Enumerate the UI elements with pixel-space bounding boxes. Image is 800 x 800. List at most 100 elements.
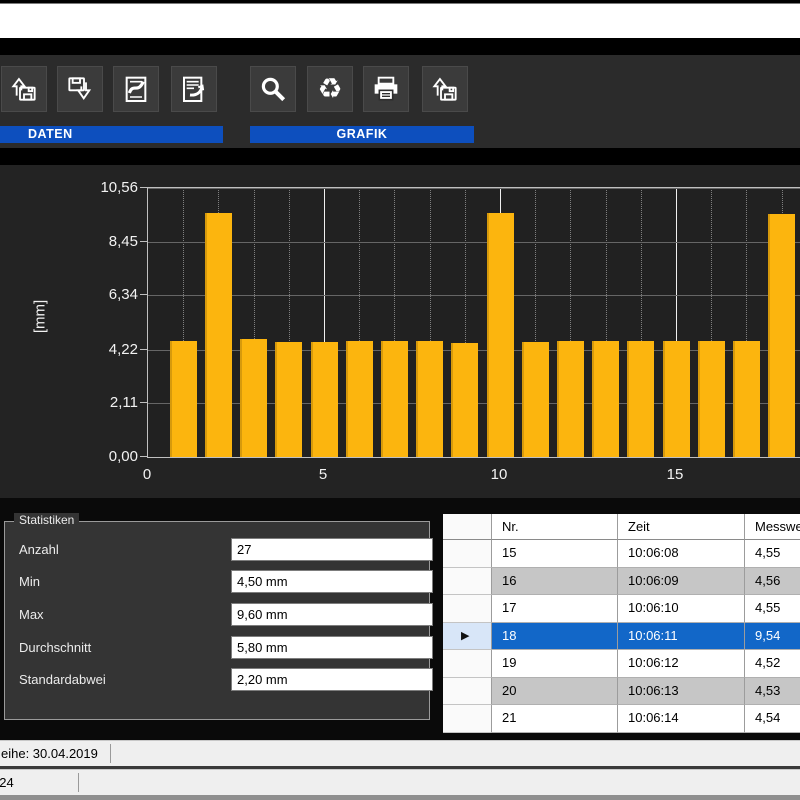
column-header-nr[interactable]: Nr. (492, 514, 618, 540)
stat-label-max: Max (19, 607, 44, 622)
recycle-icon: ♻ (317, 75, 342, 103)
table-corner-cell (443, 514, 492, 540)
cell-messwert[interactable]: 4,53 (745, 678, 800, 706)
stat-value-durchschnitt[interactable]: 5,80 mm (231, 636, 433, 659)
cell-nr[interactable]: 18 (492, 623, 618, 651)
cell-zeit[interactable]: 10:06:12 (618, 650, 745, 678)
bar-18[interactable] (768, 214, 795, 457)
floppy-arrow-down-icon (64, 73, 96, 105)
separator-band (0, 148, 800, 165)
toolbar-button-export-data[interactable] (113, 66, 159, 112)
y-tick-label: 8,45 (76, 233, 138, 250)
row-selector-current[interactable]: ▶ (443, 623, 492, 651)
y-tick-label: 10,56 (76, 179, 138, 196)
chart-panel: [mm] 0,002,114,226,348,4510,56051015 (0, 165, 800, 498)
toolbar-button-save-graphic[interactable] (422, 66, 468, 112)
bar-6[interactable] (346, 341, 373, 457)
y-tick-mark (140, 187, 147, 188)
bar-9[interactable] (451, 343, 478, 457)
bar-7[interactable] (381, 341, 408, 457)
toolbar-button-zoom[interactable] (250, 66, 296, 112)
y-tick-mark (140, 349, 147, 350)
x-tick-label: 10 (481, 466, 517, 483)
bar-16[interactable] (698, 341, 725, 457)
cell-messwert[interactable]: 4,55 (745, 540, 800, 568)
column-header-zeit[interactable]: Zeit (618, 514, 745, 540)
row-selector[interactable] (443, 650, 492, 678)
stat-value-standardabwei[interactable]: 2,20 mm (231, 668, 433, 691)
bar-15[interactable] (663, 341, 690, 457)
toolbar-button-print[interactable] (363, 66, 409, 112)
cell-nr[interactable]: 19 (492, 650, 618, 678)
row-selector[interactable] (443, 540, 492, 568)
magnifier-icon (257, 73, 289, 105)
current-row-arrow-icon: ▶ (461, 629, 469, 642)
cell-nr[interactable]: 20 (492, 678, 618, 706)
row-selector[interactable] (443, 705, 492, 733)
cell-zeit[interactable]: 10:06:11 (618, 623, 745, 651)
toolbar-group-label-daten: DATEN (0, 126, 223, 143)
table-row-17[interactable]: 1710:06:104,55 (443, 595, 800, 623)
cell-messwert[interactable]: 9,54 (745, 623, 800, 651)
floppy-arrow-up-icon (8, 73, 40, 105)
separator-band (0, 38, 800, 55)
column-header-messwert[interactable]: Messwert (745, 514, 800, 540)
cell-messwert[interactable]: 4,56 (745, 568, 800, 596)
statistics-group-title: Statistiken (14, 513, 79, 527)
table-row-19[interactable]: 1910:06:124,52 (443, 650, 800, 678)
horizontal-gridline (148, 295, 800, 296)
bar-12[interactable] (557, 341, 584, 457)
measurements-table[interactable]: Nr.ZeitMesswert1510:06:084,551610:06:094… (443, 514, 800, 733)
bar-4[interactable] (275, 342, 302, 457)
bar-1[interactable] (170, 341, 197, 457)
cell-nr[interactable]: 15 (492, 540, 618, 568)
chart-plot[interactable] (147, 187, 800, 458)
document-export-icon (120, 73, 152, 105)
status-separator (78, 773, 79, 792)
table-row-18[interactable]: ▶ 1810:06:119,54 (443, 623, 800, 651)
bar-8[interactable] (416, 341, 443, 457)
y-tick-mark (140, 456, 147, 457)
cell-nr[interactable]: 21 (492, 705, 618, 733)
x-tick-label: 15 (657, 466, 693, 483)
table-row-15[interactable]: 1510:06:084,55 (443, 540, 800, 568)
printer-icon (370, 73, 402, 105)
bar-5[interactable] (311, 342, 338, 457)
row-selector[interactable] (443, 568, 492, 596)
cell-messwert[interactable]: 4,54 (745, 705, 800, 733)
stat-value-max[interactable]: 9,60 mm (231, 603, 433, 626)
bar-3[interactable] (240, 339, 267, 457)
cell-messwert[interactable]: 4,55 (745, 595, 800, 623)
cell-zeit[interactable]: 10:06:10 (618, 595, 745, 623)
stat-label-anzahl: Anzahl (19, 542, 59, 557)
app-window: DATEN♻GRAFIK [mm] 0,002,114,226,348,4510… (0, 0, 800, 800)
stat-value-min[interactable]: 4,50 mm (231, 570, 433, 593)
cell-nr[interactable]: 16 (492, 568, 618, 596)
table-row-16[interactable]: 1610:06:094,56 (443, 568, 800, 596)
cell-zeit[interactable]: 10:06:14 (618, 705, 745, 733)
bar-14[interactable] (627, 341, 654, 457)
bar-2[interactable] (205, 213, 232, 457)
cell-zeit[interactable]: 10:06:13 (618, 678, 745, 706)
toolbar-button-save-data[interactable] (57, 66, 103, 112)
status-separator (110, 744, 111, 763)
toolbar: DATEN♻GRAFIK (0, 55, 800, 148)
toolbar-button-refresh[interactable]: ♻ (307, 66, 353, 112)
y-tick-label: 4,22 (76, 341, 138, 358)
stat-value-anzahl[interactable]: 27 (231, 538, 433, 561)
bar-10[interactable] (487, 213, 514, 457)
status-count-text: 424 (0, 770, 14, 795)
toolbar-button-report-data[interactable] (171, 66, 217, 112)
table-row-20[interactable]: 2010:06:134,53 (443, 678, 800, 706)
bar-13[interactable] (592, 341, 619, 457)
bar-17[interactable] (733, 341, 760, 457)
row-selector[interactable] (443, 595, 492, 623)
cell-messwert[interactable]: 4,52 (745, 650, 800, 678)
row-selector[interactable] (443, 678, 492, 706)
cell-zeit[interactable]: 10:06:09 (618, 568, 745, 596)
bar-11[interactable] (522, 342, 549, 457)
cell-nr[interactable]: 17 (492, 595, 618, 623)
toolbar-button-load-data[interactable] (1, 66, 47, 112)
cell-zeit[interactable]: 10:06:08 (618, 540, 745, 568)
table-row-21[interactable]: 2110:06:144,54 (443, 705, 800, 733)
